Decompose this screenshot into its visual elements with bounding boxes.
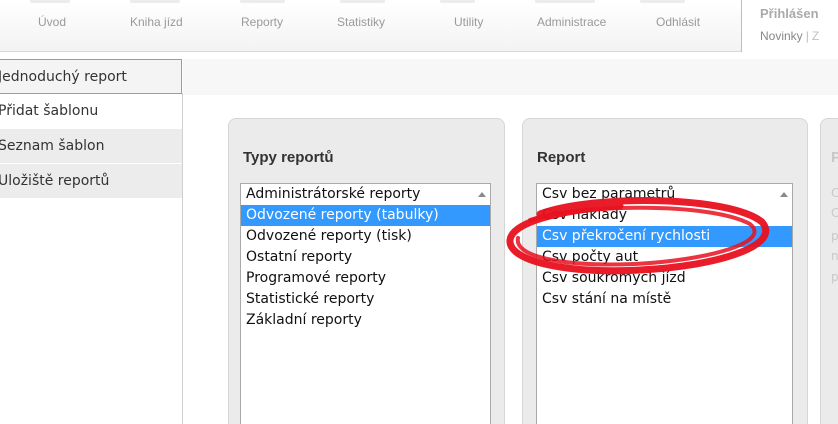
report-type-option[interactable]: Odvozené reporty (tabulky) xyxy=(241,205,490,226)
report-types-listbox[interactable]: Administrátorské reporty Odvozené reporty… xyxy=(240,183,491,424)
third-panel-title: P xyxy=(831,149,838,166)
scroll-up-arrow-icon[interactable] xyxy=(780,192,788,197)
report-types-panel: Typy reportů Administrátorské reporty Odv… xyxy=(228,118,505,424)
report-option[interactable]: Csv stání na místě xyxy=(537,289,792,310)
report-types-options: Administrátorské reporty Odvozené reporty… xyxy=(241,184,490,331)
news-link[interactable]: Novinky xyxy=(760,29,803,43)
nav-item-statistiky[interactable]: Statistiky xyxy=(337,15,385,29)
nav-ghost-shape xyxy=(130,0,180,3)
link-separator: | xyxy=(805,29,809,43)
login-links: Novinky | Z xyxy=(760,29,819,43)
nav-item-uvod[interactable]: Úvod xyxy=(38,15,66,29)
scrollbar[interactable] xyxy=(473,184,490,424)
report-option[interactable]: Csv bez parametrů xyxy=(537,184,792,205)
faded-text: p xyxy=(831,229,838,243)
report-panel: Report Csv bez parametrů Csv náklady Csv p… xyxy=(522,118,808,424)
report-option[interactable]: Csv překročení rychlosti xyxy=(537,226,792,247)
nav-ghost-shape xyxy=(440,0,475,3)
sidebar-divider xyxy=(182,93,183,424)
cut-link[interactable]: Z xyxy=(812,29,819,43)
sidebar-item-simple-report[interactable]: Jednoduchý report xyxy=(0,59,182,94)
nav-ghost-shape xyxy=(640,0,685,3)
login-box: Přihlášen Novinky | Z xyxy=(741,0,838,52)
sidebar: Jednoduchý report Přidat šablonu Seznam … xyxy=(0,59,182,199)
content-header-strip xyxy=(183,59,838,95)
nav-item-utility[interactable]: Utility xyxy=(454,15,483,29)
report-options: Csv bez parametrů Csv náklady Csv překroče… xyxy=(537,184,792,310)
top-navigation: Úvod Kniha jízd Reporty Statistiky Utili… xyxy=(0,0,838,52)
nav-ghost-shape xyxy=(535,0,595,3)
nav-item-odhlasit[interactable]: Odhlásit xyxy=(656,15,700,29)
nav-item-kniha-jizd[interactable]: Kniha jízd xyxy=(130,15,183,29)
sidebar-item-add-template[interactable]: Přidat šablonu xyxy=(0,94,182,129)
nav-ghost-shape xyxy=(240,0,285,3)
report-option[interactable]: Csv náklady xyxy=(537,205,792,226)
sidebar-item-report-storage[interactable]: Uložiště reportů xyxy=(0,164,182,199)
scrollbar[interactable] xyxy=(775,184,792,424)
login-title: Přihlášen xyxy=(760,6,819,21)
sidebar-item-template-list[interactable]: Seznam šablon xyxy=(0,129,182,164)
report-listbox[interactable]: Csv bez parametrů Csv náklady Csv překroče… xyxy=(536,183,793,424)
nav-item-reporty[interactable]: Reporty xyxy=(241,15,283,29)
report-type-option[interactable]: Ostatní reporty xyxy=(241,247,490,268)
report-option[interactable]: Csv soukromých jízd xyxy=(537,268,792,289)
report-type-option[interactable]: Programové reporty xyxy=(241,268,490,289)
report-title: Report xyxy=(537,149,586,166)
faded-text: n xyxy=(831,249,838,263)
report-type-option[interactable]: Administrátorské reporty xyxy=(241,184,490,205)
report-option[interactable]: Csv počty aut xyxy=(537,247,792,268)
nav-ghost-shape xyxy=(340,0,385,3)
nav-item-administrace[interactable]: Administrace xyxy=(537,15,606,29)
report-type-option[interactable]: Odvozené reporty (tisk) xyxy=(241,226,490,247)
faded-text: C xyxy=(831,206,838,220)
nav-ghost-shape xyxy=(30,0,70,3)
faded-text: C xyxy=(831,186,838,200)
report-type-option[interactable]: Statistické reporty xyxy=(241,289,490,310)
scroll-up-arrow-icon[interactable] xyxy=(478,192,486,197)
faded-text: p xyxy=(831,270,838,284)
report-types-title: Typy reportů xyxy=(243,149,334,166)
report-type-option[interactable]: Základní reporty xyxy=(241,310,490,331)
